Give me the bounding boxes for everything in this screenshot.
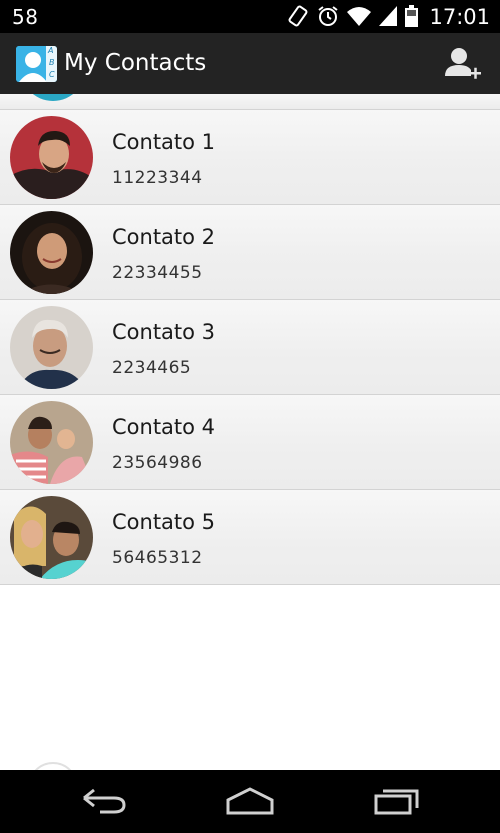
action-bar: A B C My Contacts bbox=[0, 33, 500, 95]
contact-phone: 23564986 bbox=[112, 453, 203, 473]
home-button[interactable] bbox=[225, 786, 275, 820]
avatar-partial bbox=[28, 762, 78, 770]
contact-phone: 56465312 bbox=[112, 548, 203, 568]
contact-phone: 2234465 bbox=[112, 358, 192, 378]
wifi-icon bbox=[347, 7, 371, 26]
home-icon bbox=[226, 787, 274, 815]
avatar bbox=[10, 306, 93, 389]
list-item-contact-4[interactable]: Contato 4 23564986 bbox=[0, 395, 500, 490]
contact-phone: 22334455 bbox=[112, 263, 203, 283]
avatar bbox=[18, 94, 88, 101]
app-icon-letter-b: B bbox=[49, 58, 55, 67]
rotate-icon bbox=[288, 5, 308, 27]
list-item-partial[interactable] bbox=[0, 94, 500, 110]
status-bar: 58 17:01 bbox=[0, 0, 500, 33]
back-icon bbox=[83, 788, 126, 814]
contact-phone: 11223344 bbox=[112, 168, 203, 188]
contact-name: Contato 1 bbox=[112, 130, 216, 154]
contact-name: Contato 3 bbox=[112, 320, 216, 344]
list-item-contact-2[interactable]: Contato 2 22334455 bbox=[0, 205, 500, 300]
list-item-contact-1[interactable]: Contato 1 11223344 bbox=[0, 110, 500, 205]
alarm-icon bbox=[318, 6, 338, 26]
battery-icon bbox=[405, 5, 418, 27]
status-icons bbox=[287, 5, 418, 27]
clock: 17:01 bbox=[429, 5, 490, 29]
signal-icon bbox=[379, 6, 397, 26]
list-item-contact-5[interactable]: Contato 5 56465312 bbox=[0, 490, 500, 585]
add-contact-icon bbox=[445, 48, 481, 79]
avatar bbox=[10, 496, 93, 579]
contact-name: Contato 2 bbox=[112, 225, 216, 249]
contact-name: Contato 5 bbox=[112, 510, 216, 534]
add-contact-button[interactable] bbox=[444, 45, 482, 83]
avatar bbox=[10, 211, 93, 294]
app-icon[interactable]: A B C bbox=[16, 46, 57, 82]
avatar bbox=[10, 401, 93, 484]
app-icon-letter-c: C bbox=[49, 70, 55, 79]
page-title: My Contacts bbox=[64, 50, 207, 76]
app-icon-letter-a: A bbox=[48, 46, 54, 55]
list-item-contact-3[interactable]: Contato 3 2234465 bbox=[0, 300, 500, 395]
notification-count: 58 bbox=[12, 5, 39, 29]
back-button[interactable] bbox=[80, 786, 128, 820]
recent-apps-button[interactable] bbox=[373, 786, 421, 820]
contact-list[interactable]: Contato 1 11223344 Contato 2 22334455 Co… bbox=[0, 94, 500, 770]
contact-name: Contato 4 bbox=[112, 415, 216, 439]
navigation-bar bbox=[0, 770, 500, 833]
avatar bbox=[10, 116, 93, 199]
recent-apps-icon bbox=[374, 789, 419, 815]
